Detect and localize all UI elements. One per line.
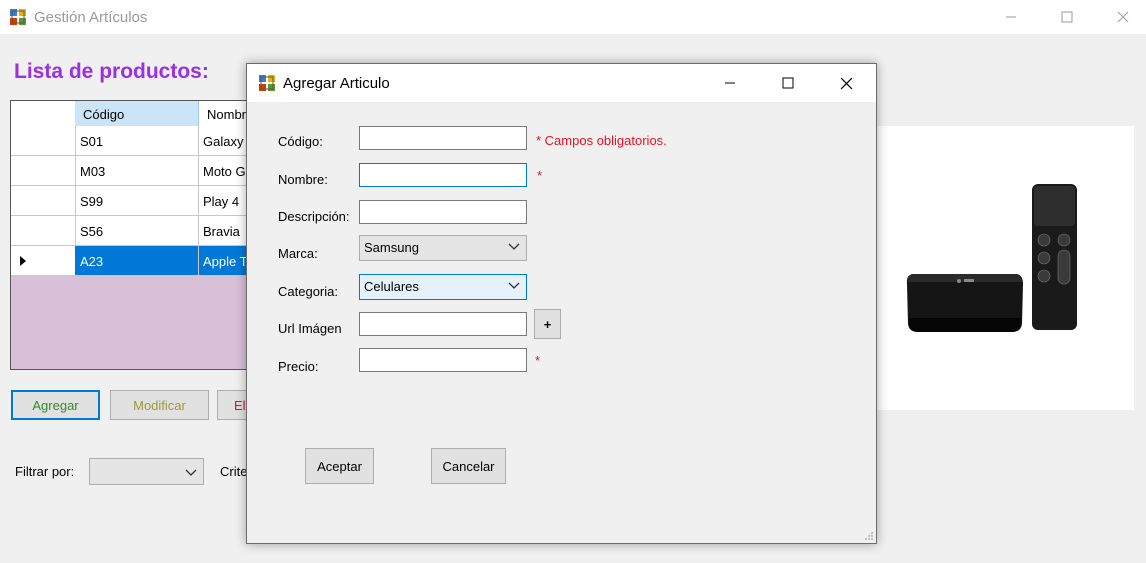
products-grid[interactable]: Código Nombr S01 Galaxy M03 Moto G S99 P… (10, 100, 260, 370)
precio-label: Precio: (278, 359, 319, 374)
table-row[interactable]: S99 Play 4 (11, 186, 259, 216)
row-header[interactable] (11, 156, 76, 185)
maximize-button[interactable] (1044, 0, 1090, 34)
codigo-label: Código: (278, 134, 323, 149)
dialog-app-icon (259, 75, 275, 91)
product-image (876, 126, 1134, 410)
table-row[interactable]: S56 Bravia (11, 216, 259, 246)
grid-header-code[interactable]: Código (75, 101, 199, 126)
categoria-select[interactable]: Celulares (359, 274, 527, 300)
table-row[interactable]: M03 Moto G (11, 156, 259, 186)
filter-select[interactable] (89, 458, 204, 485)
marca-select-value: Samsung (364, 240, 419, 255)
required-mark-nombre: * (537, 168, 543, 183)
dialog-close-button[interactable] (823, 66, 869, 100)
resize-grip-icon[interactable] (864, 531, 874, 541)
categoria-label: Categoria: (278, 284, 338, 299)
close-icon (840, 77, 852, 89)
dialog-minimize-button[interactable] (707, 66, 753, 100)
url-imagen-input[interactable] (359, 312, 527, 336)
grid-row-header-corner (11, 101, 76, 126)
row-header[interactable] (11, 186, 76, 215)
chevron-down-icon (508, 282, 520, 289)
dialog-maximize-button[interactable] (765, 66, 811, 100)
descripcion-input[interactable] (359, 200, 527, 224)
app-icon (10, 9, 26, 25)
current-row-arrow-icon (20, 256, 26, 266)
required-note: * Campos obligatorios. (536, 133, 667, 148)
close-icon (1117, 11, 1129, 23)
nombre-label: Nombre: (278, 172, 328, 187)
nombre-input[interactable] (359, 163, 527, 187)
add-button[interactable]: Agregar (11, 390, 100, 420)
required-mark-precio: * (535, 353, 541, 368)
criteria-label: Crite (220, 464, 248, 479)
codigo-input[interactable] (359, 126, 527, 150)
dialog-title: Agregar Articulo (283, 75, 390, 92)
descripcion-label: Descripción: (278, 209, 350, 224)
filter-label: Filtrar por: (15, 464, 75, 479)
url-imagen-label: Url Imágen (278, 321, 342, 336)
close-button[interactable] (1100, 0, 1146, 34)
row-header[interactable] (11, 216, 76, 245)
cell-code[interactable]: S99 (75, 186, 199, 215)
window-title: Gestión Artículos (34, 9, 148, 26)
minimize-button[interactable] (988, 0, 1034, 34)
row-header[interactable] (11, 126, 76, 155)
page-title: Lista de productos: (14, 60, 209, 83)
cancel-button[interactable]: Cancelar (431, 448, 506, 484)
maximize-icon (782, 77, 794, 89)
cell-code[interactable]: A23 (75, 246, 199, 275)
table-row-selected[interactable]: A23 Apple T (11, 246, 259, 276)
precio-input[interactable] (359, 348, 527, 372)
marca-select[interactable]: Samsung (359, 235, 527, 261)
cell-code[interactable]: S56 (75, 216, 199, 245)
minimize-icon (725, 82, 735, 84)
chevron-down-icon (185, 469, 197, 476)
maximize-icon (1061, 11, 1073, 23)
cell-code[interactable]: M03 (75, 156, 199, 185)
modify-button[interactable]: Modificar (110, 390, 209, 420)
table-row[interactable]: S01 Galaxy (11, 126, 259, 156)
add-article-dialog: Agregar Articulo Código: * Campos obliga… (246, 63, 877, 544)
accept-button[interactable]: Aceptar (305, 448, 374, 484)
cell-code[interactable]: S01 (75, 126, 199, 155)
row-header[interactable] (11, 246, 76, 275)
categoria-select-value: Celulares (364, 279, 419, 294)
dialog-titlebar[interactable]: Agregar Articulo (247, 64, 876, 102)
chevron-down-icon (508, 243, 520, 250)
main-titlebar (0, 0, 1146, 34)
minimize-icon (1006, 16, 1016, 18)
marca-label: Marca: (278, 246, 318, 261)
apple-tv-image (906, 184, 1077, 332)
add-image-button[interactable]: + (534, 309, 561, 339)
